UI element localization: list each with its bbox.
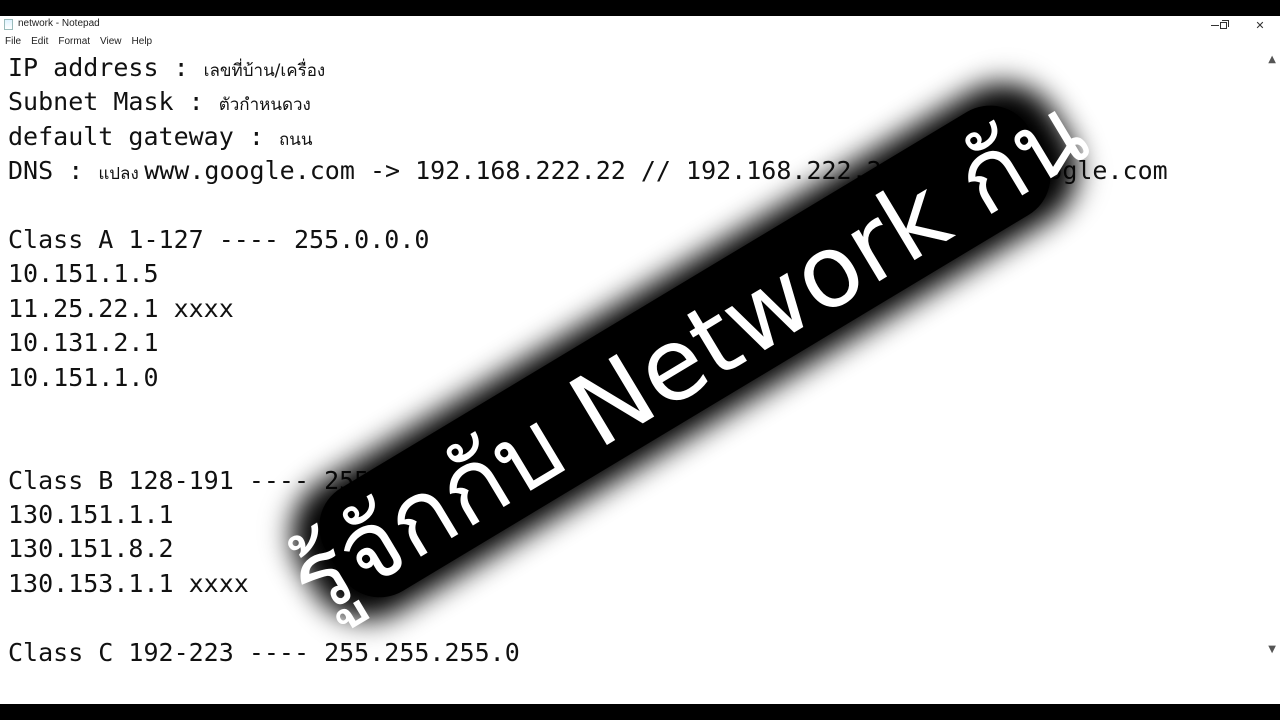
text-line: 130.151.8.2 [8,532,1248,566]
menu-edit[interactable]: Edit [26,34,53,50]
text-line [8,189,1248,223]
line-text: Subnet Mask : [8,87,219,117]
text-line: Class B 128-191 ---- 255.255.0.0 [8,464,1248,498]
text-line: DNS : แปลง www.google.com -> 192.168.222… [8,154,1248,188]
line-text: DNS : [8,156,99,186]
menu-format[interactable]: Format [53,34,95,50]
text-line: Class A 1-127 ---- 255.0.0.0 [8,223,1248,257]
letterbox-top [0,0,1280,16]
line-thai-text: ตัวกำหนดวง [218,95,311,116]
line-text: Class B 128-191 ---- 255.255.0.0 [8,465,490,495]
text-line: Class C 192-223 ---- 255.255.255.0 [8,636,1248,670]
text-line: 11.25.22.1 xxxx [8,292,1248,326]
line-text: Class A 1-127 ---- 255.0.0.0 [8,224,430,254]
text-line: 130.151.1.1 [8,498,1248,532]
restore-icon [1219,19,1229,29]
text-line [8,395,1248,429]
line-text: 130.151.8.2 [8,534,174,564]
close-button[interactable]: ✕ [1240,16,1280,34]
text-line: 10.151.1.5 [8,257,1248,291]
line-text: default gateway : [8,121,279,151]
restore-button[interactable] [1203,16,1243,34]
window-title: network - Notepad [18,18,100,29]
scroll-down-arrow-icon[interactable]: ▼ [1268,644,1276,655]
menu-view[interactable]: View [95,34,127,50]
notepad-app-icon [4,19,13,30]
line-text: 130.153.1.1 xxxx [8,568,249,598]
vertical-scrollbar[interactable] [1263,50,1280,704]
line-text: 130.151.1.1 [8,500,174,530]
menu-help[interactable]: Help [127,34,158,50]
text-editor-area[interactable]: IP address : เลขที่บ้าน/เครื่อง Subnet Ma… [8,51,1248,670]
notepad-window: network - Notepad ✕ File Edit Format Vie… [0,16,1280,704]
menu-file[interactable]: File [0,34,26,50]
line-thai-text: เลขที่บ้าน/เครื่อง [203,61,326,81]
line-text: 10.151.1.0 [8,362,159,392]
line-text: 10.131.2.1 [8,328,159,358]
text-line: IP address : เลขที่บ้าน/เครื่อง [8,51,1248,85]
text-line [8,429,1248,463]
menu-bar: File Edit Format View Help [0,34,1280,50]
text-line [8,601,1248,635]
line-text: IP address : [8,53,204,82]
line-text: Class C 192-223 ---- 255.255.255.0 [8,637,520,667]
line-thai-text: ถนน [278,129,313,150]
text-line: 130.153.1.1 xxxx [8,567,1248,601]
line-rest-text: www.google.com -> 192.168.222.22 // 192.… [144,156,1168,186]
title-bar: network - Notepad ✕ [0,16,1280,34]
line-text: 11.25.22.1 xxxx [8,293,234,323]
close-icon: ✕ [1255,18,1265,32]
text-line: default gateway : ถนน [8,120,1248,154]
scroll-up-arrow-icon[interactable]: ▲ [1268,54,1276,65]
line-thai-text: แปลง [98,164,145,185]
text-line: Subnet Mask : ตัวกำหนดวง [8,85,1248,119]
text-line: 10.151.1.0 [8,361,1248,395]
line-text: 10.151.1.5 [8,259,159,289]
letterbox-bottom [0,704,1280,720]
text-line: 10.131.2.1 [8,326,1248,360]
